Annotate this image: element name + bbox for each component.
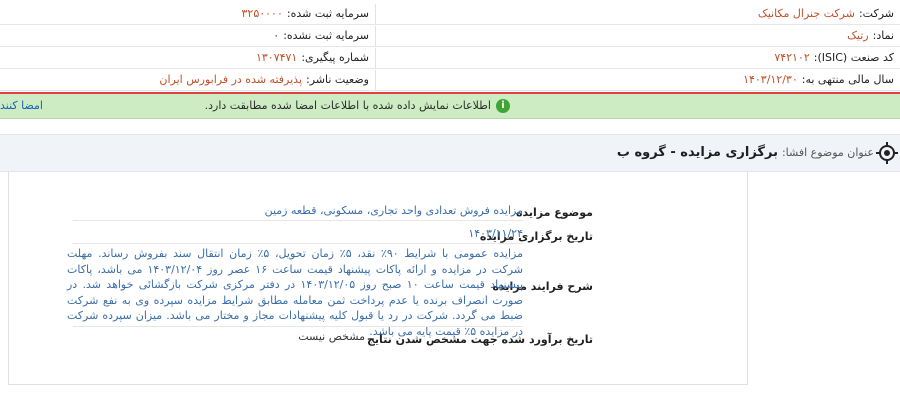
company-value[interactable]: شرکت جنرال مکانیک bbox=[758, 7, 855, 20]
unregistered-capital-label: سرمایه ثبت نشده: bbox=[283, 29, 369, 42]
separator bbox=[73, 326, 523, 327]
subject-title: برگزاری مزایده - گروه ب bbox=[616, 145, 778, 160]
topic-label: موضوع مزایده bbox=[516, 206, 593, 219]
unregistered-capital-value: ۰ bbox=[273, 29, 280, 42]
crosshair-icon bbox=[876, 142, 898, 164]
verification-alert: i اطلاعات نمایش داده شده با اطلاعات امضا … bbox=[0, 94, 900, 119]
fiscal-year-value: ۱۴۰۳/۱۲/۳۰ bbox=[743, 73, 798, 86]
topic-value: مزایده فروش تعدادی واحد تجاری، مسکونی، ق… bbox=[264, 204, 523, 217]
registered-capital-cell: سرمایه ثبت شده:۳۲۵۰۰۰۰ bbox=[0, 4, 376, 24]
registered-capital-value: ۳۲۵۰۰۰۰ bbox=[241, 7, 283, 20]
tracking-cell: شماره پیگیری:۱۳۰۷۴۷۱ bbox=[0, 48, 376, 68]
alert-message: اطلاعات نمایش داده شده با اطلاعات امضا ش… bbox=[204, 99, 491, 112]
sign-link[interactable]: امضا کنند bbox=[0, 94, 43, 118]
isic-cell: کد صنعت (ISIC):۷۴۲۱۰۲ bbox=[376, 48, 900, 68]
unregistered-capital-cell: سرمایه ثبت نشده:۰ bbox=[0, 26, 376, 46]
auction-details: موضوع مزایده مزایده فروش تعدادی واحد تجا… bbox=[8, 172, 748, 385]
info-icon: i bbox=[496, 99, 510, 113]
registered-capital-label: سرمایه ثبت شده: bbox=[286, 7, 369, 20]
subject-text: عنوان موضوع افشا:برگزاری مزایده - گروه ب bbox=[617, 135, 874, 171]
subject-header: عنوان موضوع افشا:برگزاری مزایده - گروه ب bbox=[0, 134, 900, 172]
results-value: مشخص نیست bbox=[298, 330, 365, 343]
info-row-symbol: نماد:رتیک سرمایه ثبت نشده:۰ bbox=[0, 26, 900, 47]
separator bbox=[73, 220, 523, 221]
info-row-company: شرکت:شرکت جنرال مکانیک سرمایه ثبت شده:۳۲… bbox=[0, 4, 900, 25]
alert-content: i اطلاعات نمایش داده شده با اطلاعات امضا … bbox=[205, 94, 510, 118]
info-row-isic: کد صنعت (ISIC):۷۴۲۱۰۲ شماره پیگیری:۱۳۰۷۴… bbox=[0, 48, 900, 69]
company-cell: شرکت:شرکت جنرال مکانیک bbox=[376, 4, 900, 24]
publisher-status-value: پذیرفته شده در فرابورس ایران bbox=[159, 73, 303, 86]
company-label: شرکت: bbox=[858, 7, 894, 20]
symbol-label: نماد: bbox=[872, 29, 894, 42]
symbol-cell: نماد:رتیک bbox=[376, 26, 900, 46]
tracking-label: شماره پیگیری: bbox=[301, 51, 369, 64]
symbol-value[interactable]: رتیک bbox=[847, 29, 869, 42]
date-value: ۱۴۰۳/۱۱/۲۴ bbox=[468, 227, 523, 240]
results-label: تاریخ برآورد شده جهت مشخص شدن نتایج bbox=[367, 333, 593, 346]
fiscal-year-cell: سال مالی منتهی به:۱۴۰۳/۱۲/۳۰ bbox=[376, 70, 900, 90]
fiscal-year-label: سال مالی منتهی به: bbox=[801, 73, 894, 86]
isic-value: ۷۴۲۱۰۲ bbox=[774, 51, 810, 64]
publisher-status-label: وضعیت ناشر: bbox=[306, 73, 369, 86]
tracking-value: ۱۳۰۷۴۷۱ bbox=[255, 51, 298, 64]
info-row-fiscal: سال مالی منتهی به:۱۴۰۳/۱۲/۳۰ وضعیت ناشر:… bbox=[0, 70, 900, 91]
isic-label: کد صنعت (ISIC): bbox=[813, 51, 894, 64]
publisher-status-cell: وضعیت ناشر:پذیرفته شده در فرابورس ایران bbox=[0, 70, 376, 90]
company-info-table: شرکت:شرکت جنرال مکانیک سرمایه ثبت شده:۳۲… bbox=[0, 4, 900, 91]
separator bbox=[73, 243, 523, 244]
subject-label: عنوان موضوع افشا: bbox=[781, 146, 874, 159]
